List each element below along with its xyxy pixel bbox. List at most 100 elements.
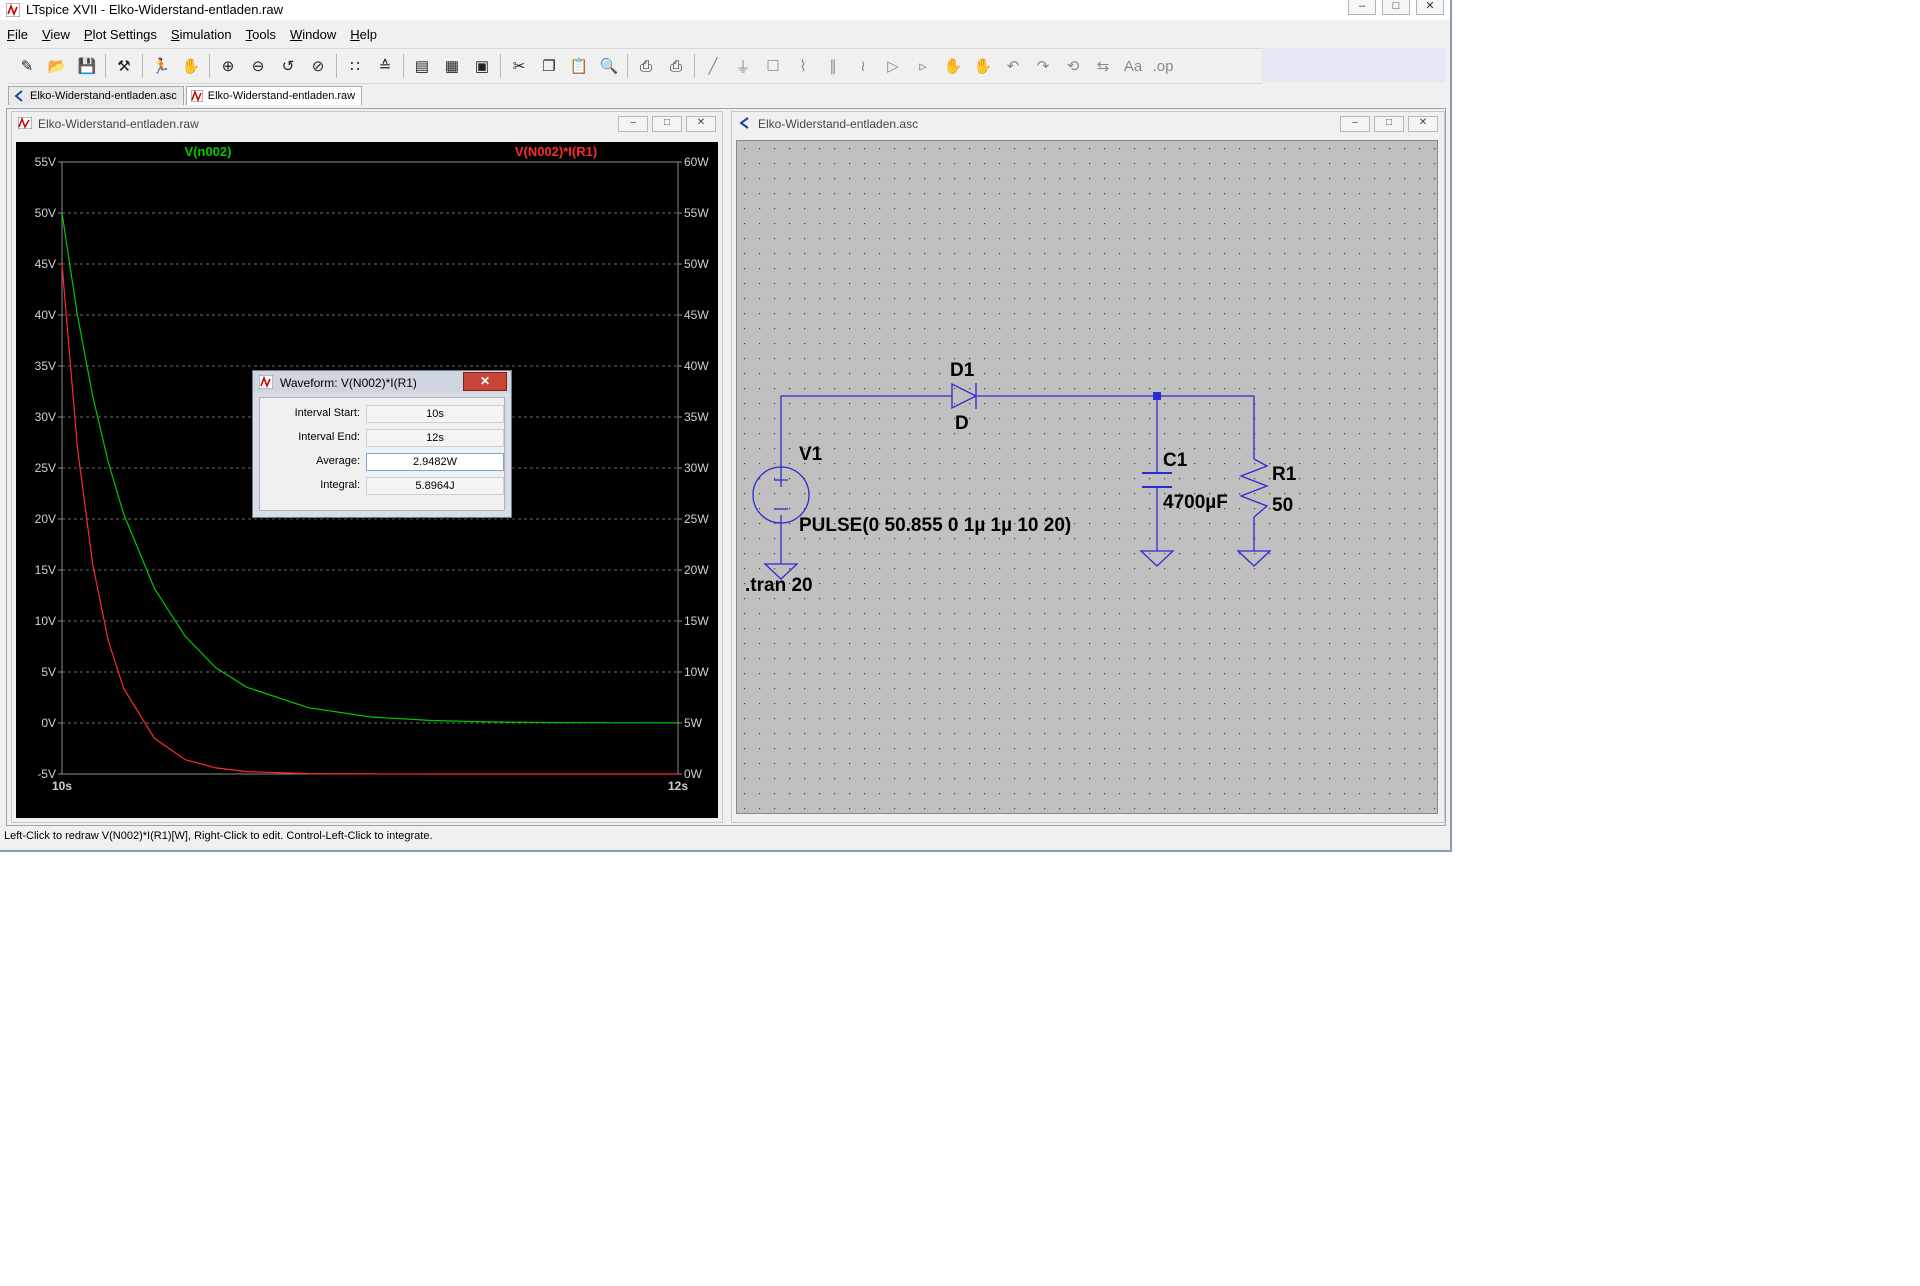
new-schematic-icon[interactable]: ✎ (15, 54, 39, 78)
v1-value-label[interactable]: PULSE(0 50.855 0 1µ 1µ 10 20) (799, 515, 1071, 536)
zoom-out-icon[interactable]: ⊖ (246, 54, 270, 78)
menu-view-label: iew (50, 27, 70, 42)
left-axis-tick-label: 35V (35, 359, 56, 373)
spice-directive-icon[interactable]: .op (1151, 54, 1175, 78)
pane-add-icon[interactable]: ▤ (410, 54, 434, 78)
control-panel-icon[interactable]: ⚒ (112, 54, 136, 78)
text-icon[interactable]: Aa (1121, 54, 1145, 78)
r1-name-label[interactable]: R1 (1272, 464, 1297, 485)
right-axis-tick-label: 5W (684, 716, 703, 730)
schematic-drawing[interactable]: D1 D V1 PULSE(0 50.855 0 1µ 1µ 10 20) C1… (737, 141, 1437, 813)
dialog-body: Interval Start: 10s Interval End: 12s Av… (259, 397, 505, 511)
menu-window-label: indow (302, 27, 337, 42)
component-icon[interactable]: ▹ (911, 54, 935, 78)
left-axis-tick-label: 10V (35, 614, 56, 628)
menu-simulation[interactable]: Simulation (164, 24, 239, 46)
open-icon[interactable]: 📂 (45, 54, 69, 78)
tab-waveform-label: Elko-Widerstand-entladen.raw (207, 90, 356, 102)
d1-name-label[interactable]: D1 (950, 360, 975, 381)
tab-schematic[interactable]: Elko-Widerstand-entladen.asc (8, 86, 184, 105)
copy-icon[interactable]: ❐ (537, 54, 561, 78)
waveform-minimize-button[interactable]: – (618, 116, 648, 132)
find-icon[interactable]: 🔍 (597, 54, 621, 78)
trace-label[interactable]: V(n002) (185, 144, 232, 159)
wire-icon[interactable]: ╱ (701, 54, 725, 78)
menu-help[interactable]: Help (343, 24, 384, 46)
run-icon[interactable]: 🏃 (149, 54, 173, 78)
menu-help-mnemonic: H (350, 27, 360, 42)
menu-file[interactable]: File (0, 24, 35, 46)
redo-icon[interactable]: ↷ (1031, 54, 1055, 78)
integral-field[interactable]: 5.8964J (366, 477, 504, 495)
undo-icon[interactable]: ↶ (1001, 54, 1025, 78)
autorange-icon[interactable]: ∷ (343, 54, 367, 78)
paste-icon[interactable]: 📋 (567, 54, 591, 78)
zoom-fit-icon[interactable]: ⊘ (306, 54, 330, 78)
cut-icon[interactable]: ✂ (507, 54, 531, 78)
close-button[interactable]: ✕ (1416, 0, 1444, 15)
dialog-close-button[interactable]: ✕ (463, 372, 507, 391)
menu-view[interactable]: View (35, 24, 77, 46)
menu-plot-settings[interactable]: Plot Settings (77, 24, 164, 46)
tab-waveform[interactable]: Elko-Widerstand-entladen.raw (185, 86, 363, 105)
maximize-button[interactable]: □ (1382, 0, 1410, 15)
capacitor-icon[interactable]: ∥ (821, 54, 845, 78)
zoom-back-icon[interactable]: ↺ (276, 54, 300, 78)
save-icon[interactable]: 💾 (75, 54, 99, 78)
toolbar-separator (694, 54, 695, 78)
rotate-icon[interactable]: ⟲ (1061, 54, 1085, 78)
right-axis-tick-label: 50W (684, 257, 709, 271)
menu-window[interactable]: Window (283, 24, 343, 46)
average-label: Average: (316, 455, 360, 467)
halt-icon[interactable]: ✋ (179, 54, 203, 78)
d1-value-label[interactable]: D (955, 413, 969, 434)
drag-icon[interactable]: ✋ (971, 54, 995, 78)
schematic-minimize-button[interactable]: – (1340, 116, 1370, 132)
c1-name-label[interactable]: C1 (1163, 450, 1188, 471)
interval-end-field[interactable]: 12s (366, 429, 504, 447)
schematic-canvas[interactable]: D1 D V1 PULSE(0 50.855 0 1µ 1µ 10 20) C1… (736, 140, 1438, 814)
c1-value-label[interactable]: 4700µF (1163, 492, 1228, 513)
print-setup-icon[interactable]: ⎙ (634, 54, 658, 78)
schematic-window-title: Elko-Widerstand-entladen.asc (758, 117, 919, 131)
move-icon[interactable]: ✋ (941, 54, 965, 78)
x-axis-tick-label: 10s (52, 779, 72, 793)
interval-start-field[interactable]: 10s (366, 405, 504, 423)
manual-limits-icon[interactable]: ≙ (373, 54, 397, 78)
junction-dot (1153, 392, 1161, 400)
schematic-close-button[interactable]: ✕ (1408, 116, 1438, 132)
menu-window-mnemonic: W (289, 27, 303, 42)
diode-icon[interactable]: ▷ (881, 54, 905, 78)
cascade-icon[interactable]: ▣ (470, 54, 494, 78)
spice-directive[interactable]: .tran 20 (745, 575, 813, 596)
mirror-icon[interactable]: ⇆ (1091, 54, 1115, 78)
minimize-button[interactable]: – (1348, 0, 1376, 15)
dialog-titlebar[interactable]: Waveform: V(N002)*I(R1) ✕ (253, 371, 511, 393)
ltspice-logo-icon (6, 3, 20, 17)
waveform-close-button[interactable]: ✕ (686, 116, 716, 132)
status-bar: Left-Click to redraw V(N002)*I(R1)[W], R… (4, 830, 433, 842)
left-axis-tick-label: 25V (35, 461, 56, 475)
menu-tools[interactable]: Tools (239, 24, 283, 46)
trace-label[interactable]: V(N002)*I(R1) (515, 144, 597, 159)
right-axis-tick-label: 30W (684, 461, 709, 475)
schematic-window-titlebar[interactable]: Elko-Widerstand-entladen.asc – □ ✕ (732, 112, 1444, 134)
toolbar-separator (403, 54, 404, 78)
zoom-in-icon[interactable]: ⊕ (216, 54, 240, 78)
schematic-maximize-button[interactable]: □ (1374, 116, 1404, 132)
toolbar: ✎ 📂 💾 ⚒ 🏃 ✋ ⊕ ⊖ ↺ ⊘ ∷ ≙ ▤ ▦ ▣ ✂ ❐ 📋 🔍 ⎙ ⎙ ╱ ⏚ ☐ ⌇ ∥ ≀ ▷ ▹ ✋ ✋ ↶ ↷ ⟲ ⇆ Aa .op (8, 48, 1262, 84)
r1-value-label[interactable]: 50 (1272, 495, 1293, 516)
inductor-icon[interactable]: ≀ (851, 54, 875, 78)
label-icon[interactable]: ☐ (761, 54, 785, 78)
print-icon[interactable]: ⎙ (664, 54, 688, 78)
mdi-client-area: Elko-Widerstand-entladen.raw – □ ✕ 55V 60… (6, 108, 1446, 826)
ground-icon[interactable]: ⏚ (731, 54, 755, 78)
waveform-window-titlebar[interactable]: Elko-Widerstand-entladen.raw – □ ✕ (12, 112, 722, 134)
toolbar-empty-area (1262, 48, 1445, 82)
tile-icon[interactable]: ▦ (440, 54, 464, 78)
resistor-icon[interactable]: ⌇ (791, 54, 815, 78)
menu-file-mnemonic: F (7, 27, 15, 42)
waveform-maximize-button[interactable]: □ (652, 116, 682, 132)
average-field[interactable]: 2.9482W (366, 453, 504, 471)
v1-name-label[interactable]: V1 (799, 444, 823, 465)
